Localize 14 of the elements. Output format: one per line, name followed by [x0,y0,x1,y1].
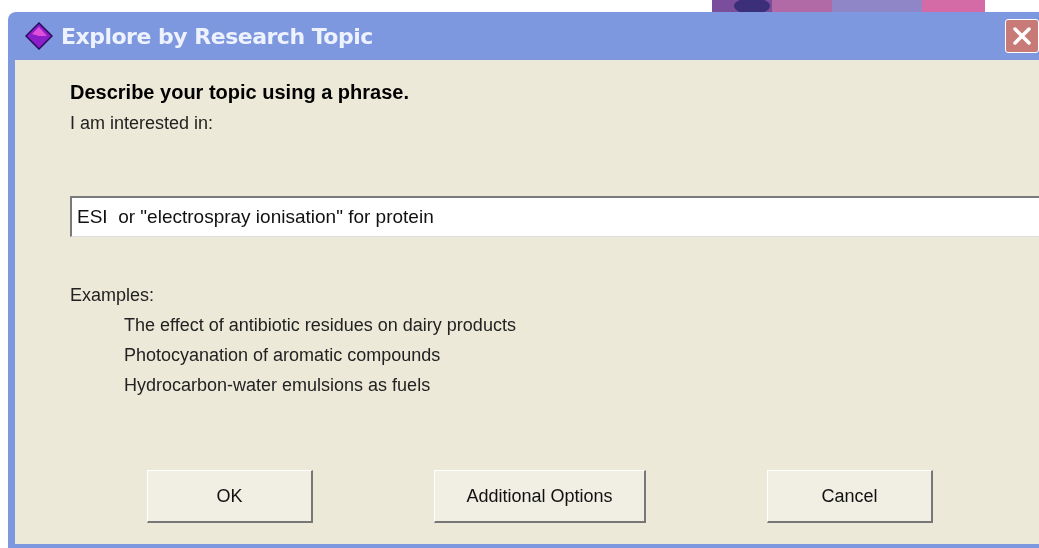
dialog-button[interactable]: Cancel [767,470,933,523]
dialog-button[interactable]: OK [147,470,313,523]
example-text: The effect of antibiotic residues on dairy products [124,315,517,336]
field-label: I am interested in: [70,113,215,134]
diamond-icon [25,22,53,50]
examples-label: Examples: [70,285,156,306]
example-text: Photocyanation of aromatic compounds [124,345,442,366]
close-button[interactable] [1005,19,1039,53]
close-icon[interactable] [1011,25,1033,47]
example-text: Hydrocarbon-water emulsions as fuels [124,375,432,396]
dialog-button[interactable]: Additional Options [434,470,646,523]
instruction-heading: Describe your topic using a phrase. [70,81,410,104]
window-title: Explore by Research Topic [61,23,373,49]
topic-input-field[interactable]: ESI or "electrospray ionisation" for protein [70,196,1039,237]
